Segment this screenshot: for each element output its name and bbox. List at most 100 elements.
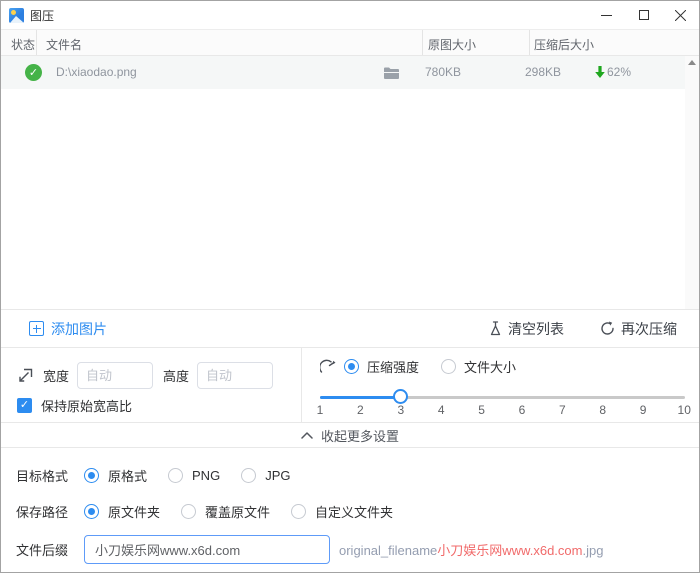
close-icon <box>675 10 686 21</box>
toolbar-right: 清空列表 再次压缩 <box>489 319 677 339</box>
app-logo-icon <box>9 8 24 23</box>
close-button[interactable] <box>662 1 699 29</box>
maximize-button[interactable] <box>625 1 662 29</box>
add-images-button[interactable]: 添加图片 <box>29 319 107 339</box>
add-plus-icon <box>29 321 44 336</box>
height-input[interactable] <box>197 362 273 389</box>
height-label: 高度 <box>163 366 189 385</box>
reduction-percent: 62% <box>607 65 631 79</box>
compress-again-label: 再次压缩 <box>621 319 677 339</box>
filename-preview: original_filename小刀娱乐网www.x6d.com.jpg <box>339 540 603 559</box>
column-header-status: 状态 <box>11 36 35 53</box>
resize-icon <box>17 368 33 384</box>
tick-label: 5 <box>476 403 488 417</box>
success-check-icon: ✓ <box>25 64 42 81</box>
path-original-folder-radio[interactable] <box>84 504 99 519</box>
dimension-row: 宽度 高度 <box>17 362 273 389</box>
tick-label: 1 <box>314 403 326 417</box>
reduction-badge: 62% <box>595 65 631 79</box>
file-list: ✓ D:\xiaodao.png 780KB 298KB 62% <box>1 56 699 309</box>
path-overwrite-label: 覆盖原文件 <box>205 502 270 521</box>
path-custom-folder-radio[interactable] <box>291 504 306 519</box>
preview-suffix-highlight: 小刀娱乐网www.x6d.com <box>437 543 582 558</box>
add-images-label: 添加图片 <box>51 319 107 339</box>
format-original-label: 原格式 <box>108 466 147 485</box>
compression-mode-row: 压缩强度 文件大小 <box>320 357 530 376</box>
tick-label: 10 <box>678 403 691 417</box>
slider-ticks: 1 2 3 4 5 6 7 8 9 10 <box>314 403 691 417</box>
clear-flask-icon <box>489 321 502 336</box>
filesize-label: 文件大小 <box>464 357 516 376</box>
save-path-options: 原文件夹 覆盖原文件 自定义文件夹 <box>84 502 414 521</box>
file-suffix-label: 文件后缀 <box>16 540 68 559</box>
format-jpg-radio[interactable] <box>241 468 256 483</box>
collapse-settings-button[interactable]: 收起更多设置 <box>1 422 699 448</box>
titlebar: 图压 <box>1 1 699 29</box>
target-format-row: 目标格式 原格式 PNG JPG <box>1 457 699 493</box>
file-suffix-row: 文件后缀 original_filename小刀娱乐网www.x6d.com.j… <box>1 529 699 569</box>
open-folder-icon[interactable] <box>384 66 399 84</box>
compress-again-button[interactable]: 再次压缩 <box>600 319 677 339</box>
target-format-label: 目标格式 <box>16 466 68 485</box>
column-header-compressed-size: 压缩后大小 <box>534 36 594 53</box>
preview-extension: .jpg <box>582 543 603 558</box>
table-row[interactable]: ✓ D:\xiaodao.png 780KB 298KB 62% <box>1 56 699 89</box>
keep-ratio-row: ✓ 保持原始宽高比 <box>17 396 132 415</box>
clear-list-label: 清空列表 <box>508 319 564 339</box>
advanced-options: 目标格式 原格式 PNG JPG 保存路径 原文件夹 覆盖原文件 自定义文件夹 <box>1 448 699 569</box>
tick-label: 2 <box>354 403 366 417</box>
column-divider <box>36 30 37 55</box>
original-size-value: 780KB <box>425 65 461 79</box>
keep-ratio-checkbox[interactable]: ✓ <box>17 398 32 413</box>
format-png-radio[interactable] <box>168 468 183 483</box>
resize-panel: 宽度 高度 ✓ 保持原始宽高比 <box>1 348 301 422</box>
format-original-radio[interactable] <box>84 468 99 483</box>
compression-panel: 压缩强度 文件大小 1 2 3 4 5 6 7 8 9 10 <box>301 348 699 422</box>
path-original-folder-label: 原文件夹 <box>108 502 160 521</box>
column-header-original-size: 原图大小 <box>428 36 476 53</box>
tick-label: 7 <box>556 403 568 417</box>
scroll-up-arrow-icon[interactable] <box>688 60 696 65</box>
path-custom-folder-label: 自定义文件夹 <box>315 502 393 521</box>
scrollbar[interactable] <box>685 56 699 309</box>
maximize-icon <box>639 10 649 20</box>
filesize-radio[interactable] <box>441 359 456 374</box>
save-path-label: 保存路径 <box>16 502 68 521</box>
app-window: 图压 状态 文件名 原图大小 压缩后大小 ✓ D:\xiaodao.png <box>0 0 700 573</box>
save-path-row: 保存路径 原文件夹 覆盖原文件 自定义文件夹 <box>1 493 699 529</box>
file-suffix-input[interactable] <box>84 535 330 564</box>
minimize-button[interactable] <box>588 1 625 29</box>
minimize-icon <box>601 10 612 21</box>
clear-list-button[interactable]: 清空列表 <box>489 319 564 339</box>
slider-fill <box>320 396 401 400</box>
window-title: 图压 <box>30 7 54 24</box>
file-name: D:\xiaodao.png <box>56 65 137 79</box>
width-label: 宽度 <box>43 366 69 385</box>
compressed-size-value: 298KB <box>525 65 561 79</box>
keep-ratio-label: 保持原始宽高比 <box>41 396 132 415</box>
tick-label: 9 <box>637 403 649 417</box>
column-divider <box>422 30 423 55</box>
width-input[interactable] <box>77 362 153 389</box>
collapse-settings-label: 收起更多设置 <box>321 426 399 445</box>
preview-prefix: original_filename <box>339 543 437 558</box>
refresh-icon <box>600 321 615 336</box>
format-jpg-label: JPG <box>265 468 290 483</box>
tick-label: 3 <box>395 403 407 417</box>
chevron-up-icon <box>301 432 313 439</box>
settings-panel: 宽度 高度 ✓ 保持原始宽高比 压缩强度 文件大小 <box>1 347 699 422</box>
slider-thumb[interactable] <box>393 389 408 404</box>
action-toolbar: 添加图片 清空列表 再次压缩 <box>1 309 699 347</box>
arrow-down-icon <box>595 66 605 78</box>
format-png-label: PNG <box>192 468 220 483</box>
target-format-options: 原格式 PNG JPG <box>84 466 311 485</box>
strength-label: 压缩强度 <box>367 357 419 376</box>
column-header-filename: 文件名 <box>46 36 82 53</box>
column-divider <box>529 30 530 55</box>
path-overwrite-radio[interactable] <box>181 504 196 519</box>
tick-label: 4 <box>435 403 447 417</box>
strength-radio[interactable] <box>344 359 359 374</box>
gauge-icon <box>320 359 336 374</box>
table-header: 状态 文件名 原图大小 压缩后大小 <box>1 29 699 56</box>
window-controls <box>588 1 699 29</box>
